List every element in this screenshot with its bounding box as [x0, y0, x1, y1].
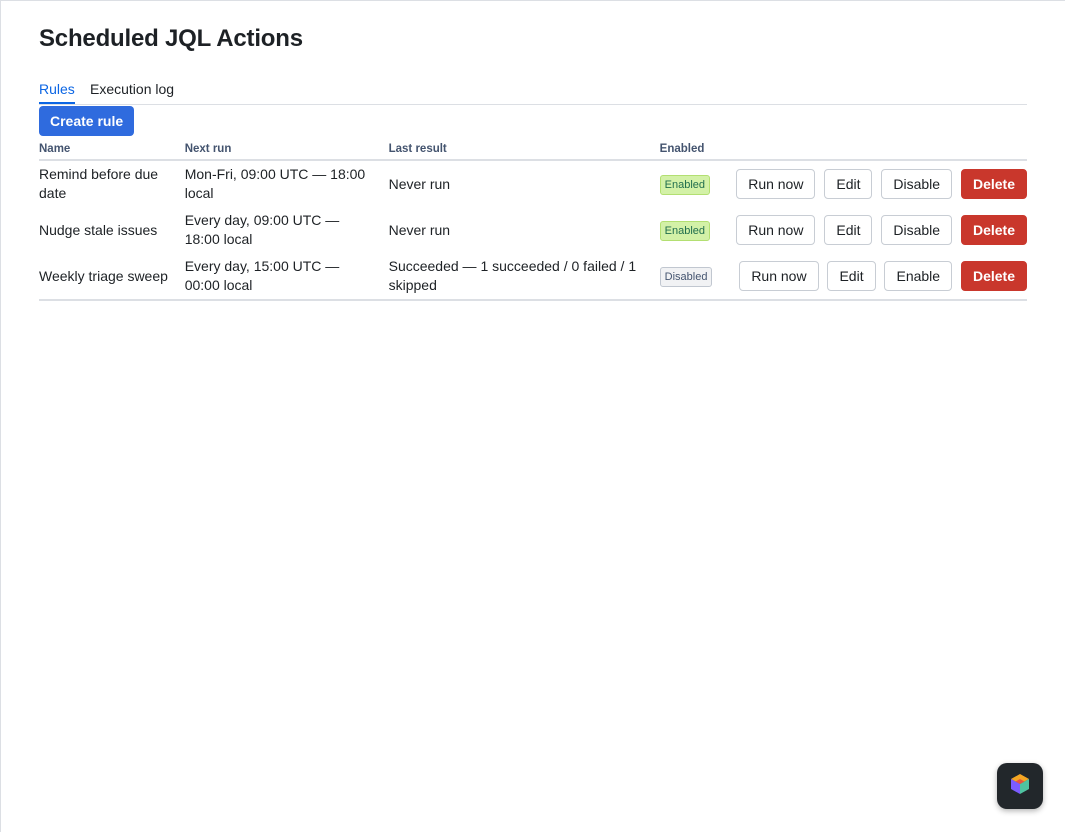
tab-bar: Rules Execution log — [39, 80, 1027, 105]
page-title: Scheduled JQL Actions — [39, 25, 303, 52]
rule-actions: Run now Edit Enable Delete — [731, 253, 1027, 301]
table-header-row: Name Next run Last result Enabled — [39, 139, 1027, 161]
table-row: Remind before due date Mon-Fri, 09:00 UT… — [39, 160, 1027, 207]
app-logo-icon — [1008, 772, 1032, 801]
rule-actions: Run now Edit Disable Delete — [731, 160, 1027, 207]
rule-next-run: Mon-Fri, 09:00 UTC — 18:00 local — [184, 166, 366, 201]
rule-last-result: Succeeded — 1 succeeded / 0 failed / 1 s… — [388, 253, 660, 301]
rule-last-result: Never run — [388, 221, 451, 238]
column-header-name: Name — [39, 139, 185, 161]
rule-name: Nudge stale issues — [39, 221, 158, 238]
delete-button[interactable]: Delete — [960, 215, 1027, 245]
column-header-last-result: Last result — [388, 139, 660, 161]
edit-button[interactable]: Edit — [827, 261, 876, 291]
disable-button[interactable]: Disable — [881, 215, 953, 245]
delete-button[interactable]: Delete — [960, 169, 1027, 199]
status-badge: Disabled — [659, 266, 713, 287]
rule-enabled-cell: Enabled — [659, 160, 732, 207]
table-row: Nudge stale issues Every day, 09:00 UTC … — [39, 207, 1027, 253]
rule-last-result: Never run — [388, 175, 451, 192]
tab-rules[interactable]: Rules — [39, 81, 75, 104]
run-now-button[interactable]: Run now — [739, 261, 819, 291]
rule-enabled-cell: Enabled — [659, 207, 732, 253]
rule-name: Remind before due date — [39, 166, 159, 201]
rules-table: Name Next run Last result Enabled Remind… — [39, 139, 1027, 301]
column-header-next-run: Next run — [184, 139, 389, 161]
table-row: Weekly triage sweep Every day, 15:00 UTC… — [39, 253, 1027, 301]
rule-actions: Run now Edit Disable Delete — [731, 207, 1027, 253]
enable-button[interactable]: Enable — [884, 261, 953, 291]
edit-button[interactable]: Edit — [824, 215, 873, 245]
edit-button[interactable]: Edit — [824, 169, 873, 199]
run-now-button[interactable]: Run now — [736, 215, 816, 245]
app-launcher-button[interactable] — [997, 763, 1043, 809]
rule-next-run: Every day, 15:00 UTC — 00:00 local — [184, 253, 389, 301]
run-now-button[interactable]: Run now — [736, 169, 816, 199]
rule-name: Weekly triage sweep — [39, 253, 185, 301]
column-header-enabled: Enabled — [659, 139, 732, 161]
disable-button[interactable]: Disable — [881, 169, 953, 199]
delete-button[interactable]: Delete — [960, 261, 1027, 291]
column-header-actions — [731, 139, 1027, 161]
rule-next-run: Every day, 09:00 UTC — 18:00 local — [184, 212, 340, 247]
create-rule-button[interactable]: Create rule — [39, 106, 135, 136]
tab-execution-log[interactable]: Execution log — [90, 81, 174, 102]
rule-enabled-cell: Disabled — [659, 253, 732, 301]
status-badge: Enabled — [659, 220, 711, 241]
status-badge: Enabled — [659, 174, 711, 195]
